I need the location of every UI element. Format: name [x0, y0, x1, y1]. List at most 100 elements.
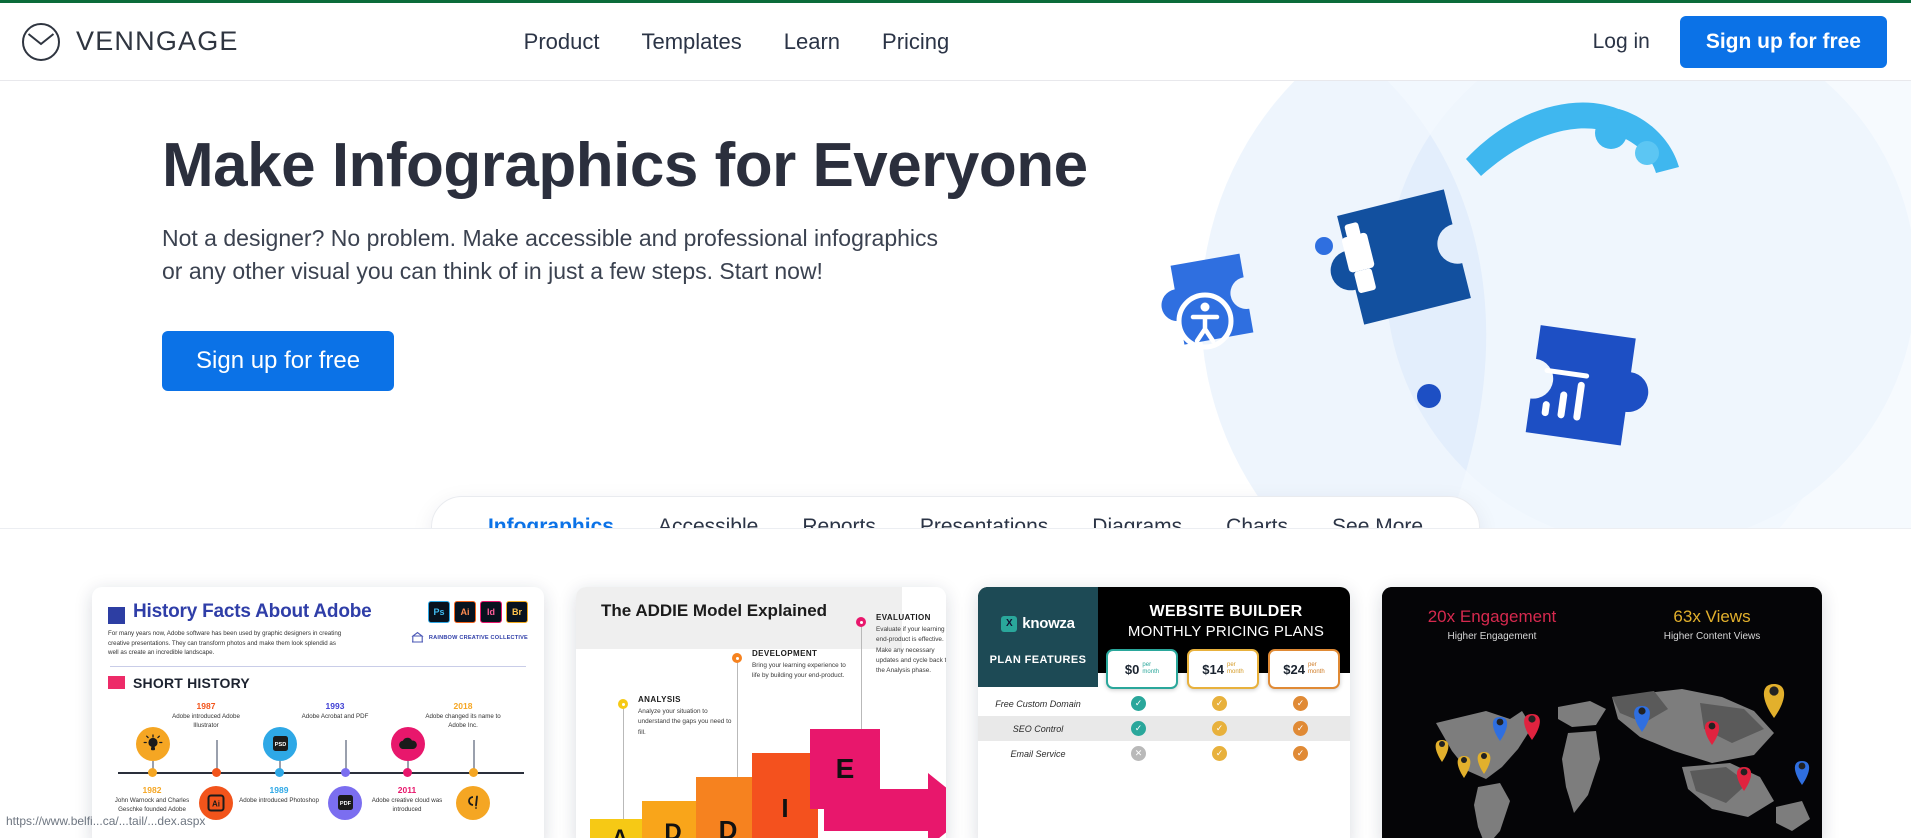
knowza-mark-icon: X	[1001, 615, 1018, 632]
timeline-label-1989: 1989 Adobe introduced Photoshop	[239, 784, 319, 804]
divider	[110, 665, 526, 667]
timeline-bubble-lightbulb	[136, 726, 170, 761]
tab-accessible[interactable]: Accessible	[636, 497, 780, 528]
addie-step-development: DEVELOPMENT Bring your learning experien…	[752, 649, 846, 680]
world-map-icon	[1435, 684, 1810, 838]
timeline-dot	[341, 767, 350, 777]
timeline-dot	[275, 767, 284, 777]
adobe-card-title: History Facts About Adobe	[133, 601, 372, 622]
template-card-engagement-map[interactable]: 20x Engagement Higher Engagement 63x Vie…	[1382, 587, 1822, 838]
signup-button-hero[interactable]: Sign up for free	[162, 330, 395, 391]
nav-item-pricing[interactable]: Pricing	[882, 29, 949, 55]
login-link[interactable]: Log in	[1593, 30, 1650, 54]
template-card-pricing-plans[interactable]: WEBSITE BUILDER MONTHLY PRICING PLANS X …	[978, 587, 1350, 838]
collective-badge: RAINBOW CREATIVE COLLECTIVE	[411, 631, 528, 644]
template-card-adobe-history[interactable]: History Facts About Adobe For many years…	[92, 587, 544, 838]
check-icon: ✓	[1131, 696, 1146, 711]
plan-badge-14[interactable]: $14 per month	[1187, 649, 1259, 689]
svg-text:Ai: Ai	[212, 799, 220, 808]
timeline-bubble-cloud	[391, 726, 425, 761]
cross-icon: ✕	[1131, 746, 1146, 761]
collective-label: RAINBOW CREATIVE COLLECTIVE	[428, 634, 528, 641]
check-icon: ✓	[1212, 696, 1227, 711]
template-gallery: History Facts About Adobe For many years…	[0, 529, 1911, 838]
addie-connector	[861, 623, 862, 743]
tab-see-more[interactable]: See More	[1310, 497, 1445, 528]
tab-infographics[interactable]: Infographics	[466, 497, 636, 528]
timeline-label-2011: 2011 Adobe creative cloud was introduced	[371, 784, 443, 813]
timeline-label-1993: 1993 Adobe Acrobat and PDF	[301, 700, 369, 720]
category-tabs: Infographics Accessible Reports Presenta…	[430, 496, 1481, 528]
indesign-icon: Id	[480, 601, 502, 623]
addie-node-development	[732, 653, 742, 663]
addie-node-analysis	[618, 699, 628, 709]
svg-text:PDF: PDF	[339, 801, 351, 807]
nav-item-product[interactable]: Product	[524, 29, 600, 55]
plan-period: per month	[1227, 662, 1244, 675]
timeline-bubble-pdf: PDF	[328, 785, 362, 820]
site-header: VENNGAGE Product Templates Learn Pricing…	[0, 3, 1911, 81]
svg-text:PSD: PSD	[274, 742, 286, 748]
timeline-stem	[216, 739, 218, 770]
check-icon: ✓	[1131, 721, 1146, 736]
status-bar-url: https://www.belfi...ca/...tail/...dex.as…	[6, 814, 206, 828]
timeline-bubble-photoshop: PSD	[263, 726, 297, 761]
engagement-stats: 20x Engagement Higher Engagement 63x Vie…	[1382, 587, 1822, 642]
signup-button-header[interactable]: Sign up for free	[1679, 15, 1887, 68]
nav-item-templates[interactable]: Templates	[641, 29, 741, 55]
timeline-label-2018: 2018 Adobe changed its name to Adobe Inc…	[425, 700, 501, 729]
pricing-title: WEBSITE BUILDER MONTHLY PRICING PLANS	[1127, 603, 1325, 640]
pricing-sidebar: X knowza PLAN FEATURES	[978, 587, 1098, 687]
pricing-table: Free Custom Domain ✓ ✓ ✓ SEO Control ✓ ✓…	[978, 691, 1350, 766]
brand-logo[interactable]: VENNGAGE	[20, 21, 239, 63]
page-title: Make Infographics for Everyone	[162, 131, 1088, 200]
tab-presentations[interactable]: Presentations	[898, 497, 1070, 528]
illustrator-icon: Ai	[454, 601, 476, 623]
table-row: SEO Control ✓ ✓ ✓	[978, 716, 1350, 741]
check-icon: ✓	[1293, 696, 1308, 711]
timeline-stem	[473, 739, 475, 770]
plan-badge-free[interactable]: $0 per month	[1106, 649, 1178, 689]
plan-features-label: PLAN FEATURES	[989, 654, 1087, 666]
check-icon: ✓	[1212, 721, 1227, 736]
hero-section: Make Infographics for Everyone Not a des…	[0, 81, 1911, 529]
addie-step-evaluation: EVALUATION Evaluate if your learning end…	[876, 613, 946, 674]
venngage-circle-logo-icon	[20, 21, 62, 63]
timeline-dot	[148, 767, 157, 777]
addie-block-a: A	[590, 819, 650, 838]
addie-block-i: I	[752, 753, 818, 838]
timeline-label-1982: 1982 John Warnock and Charles Geschke fo…	[114, 784, 190, 813]
table-row: Email Service ✕ ✓ ✓	[978, 741, 1350, 766]
timeline-stem	[345, 739, 347, 770]
main-nav: Product Templates Learn Pricing	[524, 29, 950, 55]
pink-arrow-icon	[824, 773, 946, 838]
check-icon: ✓	[1212, 746, 1227, 761]
addie-node-evaluation	[856, 617, 866, 627]
header-actions: Log in Sign up for free	[1593, 15, 1887, 68]
nav-item-learn[interactable]: Learn	[784, 29, 840, 55]
template-card-list: History Facts About Adobe For many years…	[0, 587, 1911, 838]
blue-square-icon	[108, 607, 125, 624]
tab-diagrams[interactable]: Diagrams	[1070, 497, 1204, 528]
template-card-addie-model[interactable]: The ADDIE Model Explained ANALYSIS Analy…	[576, 587, 946, 838]
plan-period: per month	[1308, 662, 1325, 675]
photoshop-icon: Ps	[428, 601, 450, 623]
timeline-dot	[469, 767, 478, 777]
adobe-product-icons: Ps Ai Id Br	[428, 601, 528, 623]
adobe-card-description: For many years now, Adobe software has b…	[108, 630, 342, 657]
short-history-label: SHORT HISTORY	[133, 674, 250, 691]
timeline-axis	[118, 771, 524, 774]
plan-badge-24[interactable]: $24 per month	[1268, 649, 1340, 689]
category-tabs-wrapper: Infographics Accessible Reports Presenta…	[0, 496, 1911, 528]
brand-name: VENNGAGE	[76, 26, 239, 56]
addie-step-analysis: ANALYSIS Analyze your situation to under…	[638, 695, 732, 736]
timeline-dot	[403, 767, 412, 777]
tab-charts[interactable]: Charts	[1204, 497, 1310, 528]
tab-reports[interactable]: Reports	[780, 497, 898, 528]
timeline-label-1987: 1987 Adobe introduced Adobe Illustrator	[172, 700, 240, 729]
knowza-logo: X knowza	[1001, 615, 1075, 632]
pricing-plan-badges: $0 per month $14 per month $24 per month	[1106, 649, 1340, 689]
timeline-dot	[212, 767, 221, 777]
addie-title-band: The ADDIE Model Explained	[576, 587, 902, 649]
stat-engagement: 20x Engagement Higher Engagement	[1427, 607, 1557, 642]
